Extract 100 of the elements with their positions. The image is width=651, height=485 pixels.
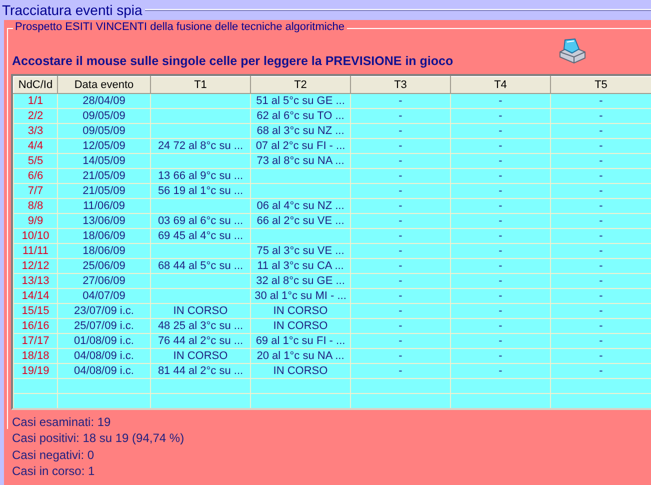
column-header[interactable]: T1	[150, 76, 250, 94]
table-cell: 56 19 al 1°c su ...	[150, 184, 250, 198]
table-cell: -	[450, 124, 550, 138]
table-cell: -	[350, 334, 450, 348]
table-cell: -	[450, 168, 550, 184]
table-cell: 76 44 al 2°c su ...	[150, 334, 250, 348]
table-cell: 12/12	[14, 258, 58, 274]
table-cell: 32 al 8°c su GE ...	[250, 274, 350, 288]
table-cell: 1/1	[14, 94, 58, 108]
table-cell: 04/07/09	[58, 288, 150, 304]
table-cell: 69 45 al 4°c su ...	[150, 228, 250, 244]
column-header[interactable]: T3	[350, 76, 450, 94]
table-cell: 23/07/09 i.c.	[58, 304, 150, 318]
table-cell: 27/06/09	[58, 274, 150, 288]
table-cell: 13/13	[14, 274, 58, 288]
table-cell: 12/05/09	[58, 138, 150, 154]
column-header[interactable]: T5	[550, 76, 651, 94]
column-header[interactable]: NdC/Id	[14, 76, 58, 94]
table-cell: -	[450, 288, 550, 304]
table-cell: 18/06/09	[58, 244, 150, 258]
table-cell: 09/05/09	[58, 124, 150, 138]
table-cell: 21/05/09	[58, 184, 150, 198]
table-cell: -	[450, 228, 550, 244]
table-cell: 07 al 2°c su FI - ...	[250, 138, 350, 154]
summary-text: Casi negativi: 0	[12, 448, 94, 462]
table-cell: 14/14	[14, 288, 58, 304]
table-cell: 11/06/09	[58, 198, 150, 214]
instruction-text: Accostare il mouse sulle singole celle per leggere la PREVISIONE in gioco	[12, 54, 454, 68]
table-cell: 19/19	[14, 364, 58, 378]
table-cell: 24 72 al 8°c su ...	[150, 138, 250, 154]
table-cell: -	[350, 108, 450, 124]
table-cell: 3/3	[14, 124, 58, 138]
window-title: Tracciatura eventi spia	[2, 2, 142, 18]
table-cell: -	[350, 214, 450, 228]
table-cell: 9/9	[14, 214, 58, 228]
table-cell: -	[350, 288, 450, 304]
table-cell: -	[350, 184, 450, 198]
table-cell: 8/8	[14, 198, 58, 214]
table-cell: 10/10	[14, 228, 58, 244]
table-cell: 4/4	[14, 138, 58, 154]
table-cell: 21/05/09	[58, 168, 150, 184]
table-cell: 01/08/09 i.c.	[58, 334, 150, 348]
table-cell: 16/16	[14, 318, 58, 334]
table-cell: IN CORSO	[150, 304, 250, 318]
table-cell: IN CORSO	[250, 318, 350, 334]
table-cell: 18/18	[14, 348, 58, 364]
column-header[interactable]: T2	[250, 76, 350, 94]
table-cell: -	[350, 198, 450, 214]
printer-icon[interactable]	[557, 38, 587, 64]
table-cell: 28/04/09	[58, 94, 150, 108]
table-cell: 30 al 1°c su MI - ...	[250, 288, 350, 304]
table-cell: -	[350, 304, 450, 318]
table-cell: -	[350, 274, 450, 288]
table-cell: 20 al 1°c su NA ...	[250, 348, 350, 364]
table-cell: -	[450, 318, 550, 334]
table-cell: -	[450, 198, 550, 214]
table-cell: 18/06/09	[58, 228, 150, 244]
table-cell: 06 al 4°c su NZ ...	[250, 198, 350, 214]
table-cell: 68 al 3°c su NZ ...	[250, 124, 350, 138]
table-cell: 7/7	[14, 184, 58, 198]
table-cell: 09/05/09	[58, 108, 150, 124]
table-cell: 5/5	[14, 154, 58, 168]
column-header[interactable]: T4	[450, 76, 550, 94]
table-cell: -	[350, 138, 450, 154]
table-cell: 25/07/09 i.c.	[58, 318, 150, 334]
table-cell: 14/05/09	[58, 154, 150, 168]
summary-text: Casi positivi: 18 su 19 (94,74 %)	[12, 431, 184, 446]
table-cell: IN CORSO	[250, 304, 350, 318]
table-cell: 04/08/09 i.c.	[58, 364, 150, 378]
table-cell: IN CORSO	[250, 364, 350, 378]
table-cell: -	[450, 138, 550, 154]
table-cell: -	[450, 364, 550, 378]
table-cell: -	[450, 184, 550, 198]
table-cell: 48 25 al 3°c su ...	[150, 318, 250, 334]
table-cell: 04/08/09 i.c.	[58, 348, 150, 364]
table-cell: -	[450, 334, 550, 348]
table-cell: -	[350, 154, 450, 168]
summary-text: Casi in corso: 1	[12, 464, 95, 478]
table-cell: -	[450, 258, 550, 274]
table-cell: 13 66 al 9°c su ...	[150, 168, 250, 184]
table-cell: 73 al 8°c su NA ...	[250, 154, 350, 168]
group-legend: Prospetto ESITI VINCENTI della fusione delle tecniche algoritmiche	[13, 21, 347, 33]
table-cell: 25/06/09	[58, 258, 150, 274]
table-cell: 51 al 5°c su GE ...	[250, 94, 350, 108]
column-header[interactable]: Data evento	[58, 76, 150, 94]
table-cell: -	[450, 348, 550, 364]
table-cell: -	[350, 124, 450, 138]
table-cell: -	[350, 168, 450, 184]
table-cell: IN CORSO	[150, 348, 250, 364]
table-cell: -	[350, 244, 450, 258]
table-cell: 15/15	[14, 304, 58, 318]
table-cell: 75 al 3°c su VE ...	[250, 244, 350, 258]
table-cell: -	[350, 258, 450, 274]
table-cell: 66 al 2°c su VE ...	[250, 214, 350, 228]
table-cell: -	[450, 94, 550, 108]
table-cell: -	[350, 94, 450, 108]
table-cell: 62 al 6°c su TO ...	[250, 108, 350, 124]
table-cell: 11 al 3°c su CA ...	[250, 258, 350, 274]
table-cell: -	[450, 154, 550, 168]
table-cell: 81 44 al 2°c su ...	[150, 364, 250, 378]
